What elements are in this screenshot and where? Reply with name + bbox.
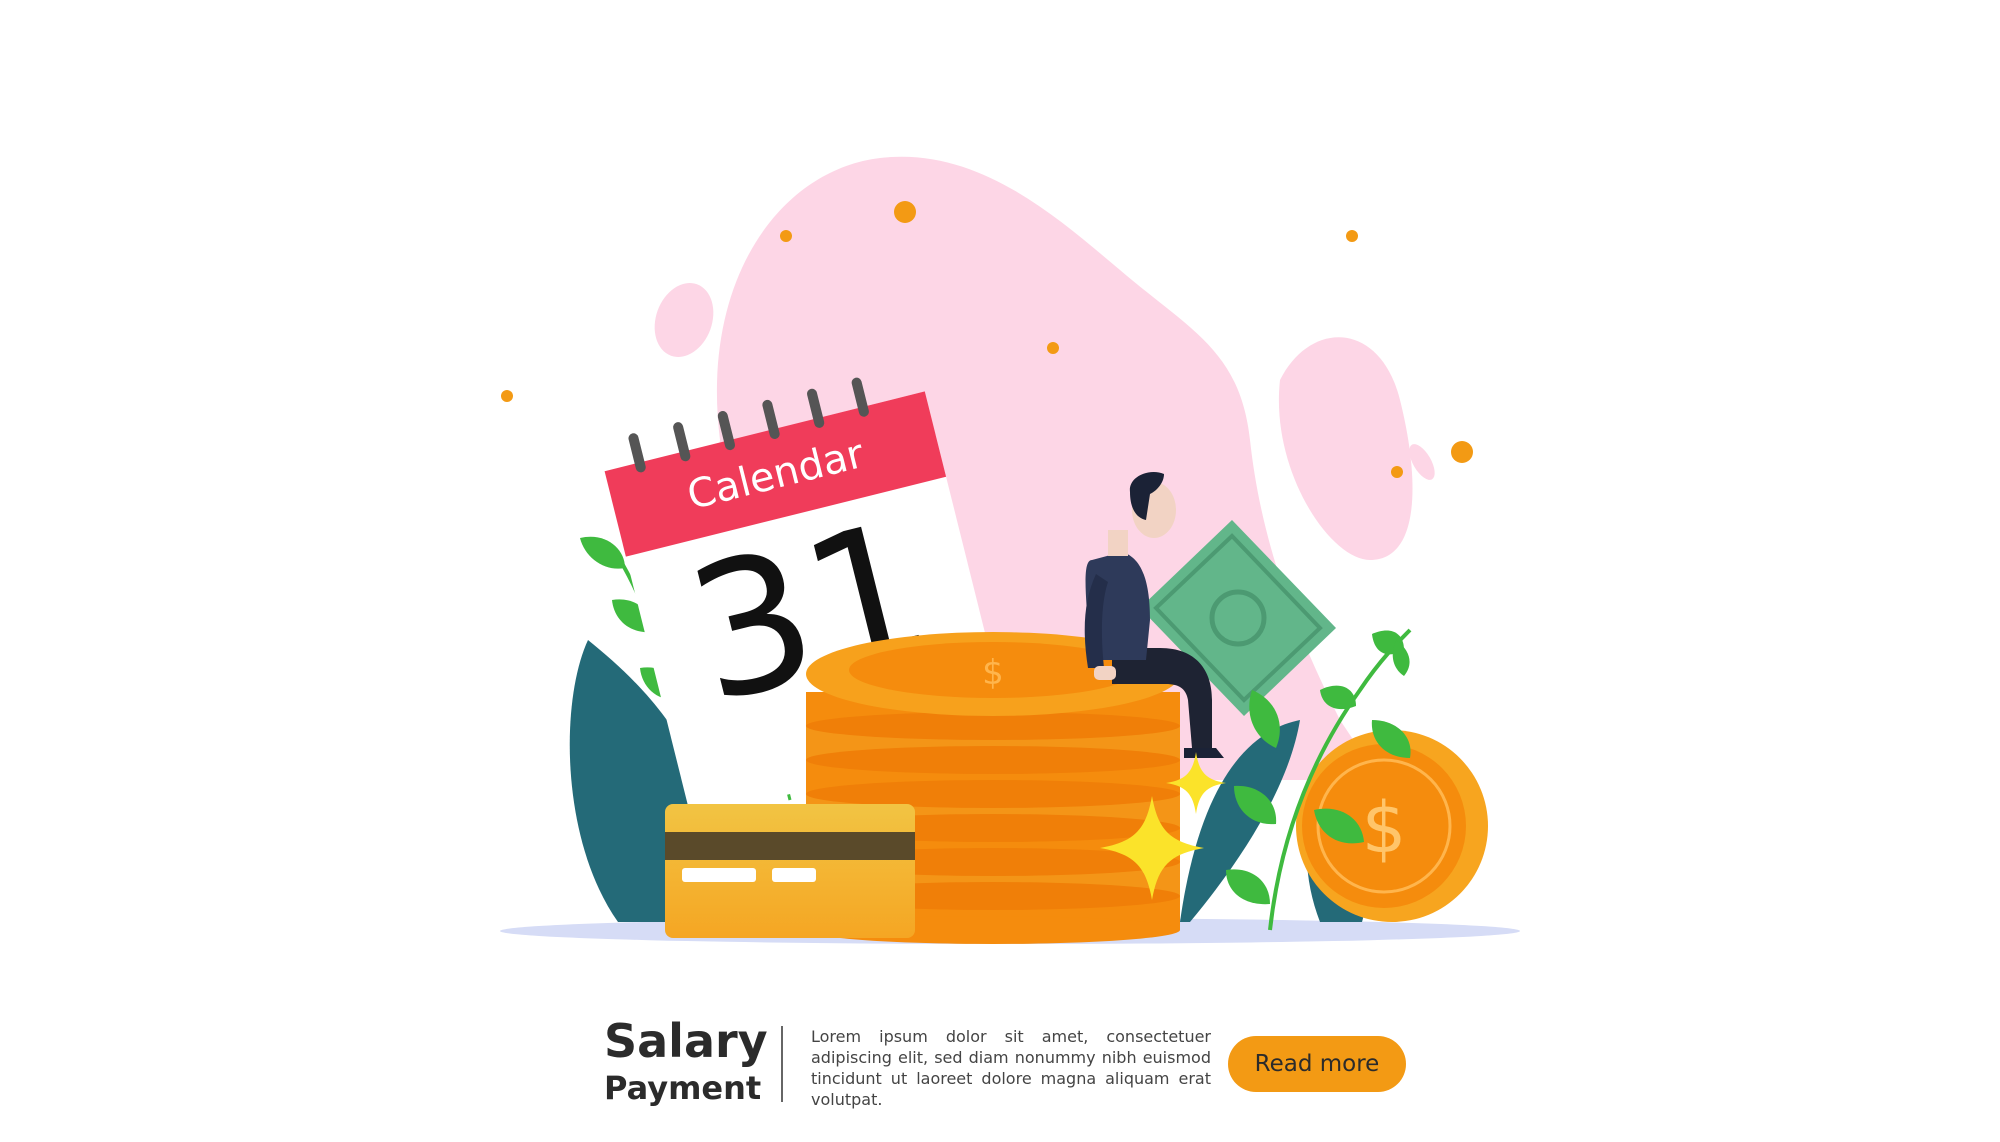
salary-payment-illustration: Calendar 31 $ $: [500, 156, 1520, 944]
title-line-salary: Salary: [604, 1014, 768, 1068]
title-line-payment: Payment: [604, 1069, 762, 1107]
vertical-divider: [781, 1026, 783, 1102]
page-title: Salary Payment: [604, 1014, 768, 1108]
svg-text:$: $: [1362, 787, 1407, 869]
description-text: Lorem ipsum dolor sit amet, consectetuer…: [811, 1027, 1211, 1109]
svg-text:$: $: [982, 653, 1004, 693]
credit-card: [665, 804, 915, 938]
read-more-button[interactable]: Read more: [1228, 1036, 1406, 1092]
footer-banner: Salary Payment Lorem ipsum dolor sit ame…: [0, 1000, 2000, 1120]
